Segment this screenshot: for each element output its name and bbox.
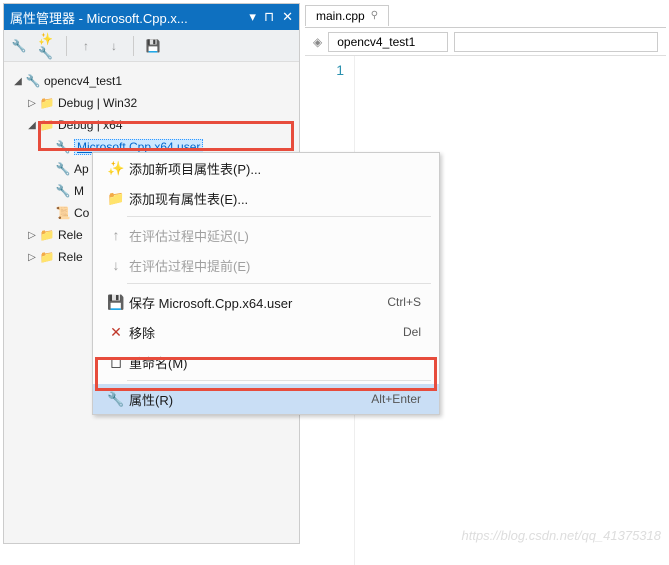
tree-debug-x64-row[interactable]: ◢ 📁 Debug | x64 [8, 114, 295, 136]
folder-icon: 📁 [38, 118, 56, 132]
collapse-arrow-icon[interactable]: ◢ [12, 76, 24, 87]
folder-icon: 📁 [103, 190, 129, 207]
menu-properties[interactable]: 🔧 属性(R) Alt+Enter [93, 384, 439, 414]
expand-arrow-icon[interactable]: ▷ [26, 230, 38, 241]
down-arrow-icon: ↓ [105, 37, 123, 55]
menu-shortcut: Ctrl+S [387, 295, 429, 309]
project-icon: 🔧 [24, 74, 42, 88]
menu-add-existing-sheet[interactable]: 📁 添加现有属性表(E)... [93, 183, 439, 213]
up-arrow-icon: ↑ [77, 37, 95, 55]
toolbar-separator [66, 36, 67, 56]
menu-label: 添加新项目属性表(P)... [129, 159, 429, 178]
scroll-icon: 📜 [54, 206, 72, 220]
collapse-arrow-icon[interactable]: ◢ [26, 120, 38, 131]
folder-icon: 📁 [38, 250, 56, 264]
menu-label: 添加现有属性表(E)... [129, 189, 429, 208]
tree-label: Co [74, 206, 89, 220]
close-icon[interactable]: ✕ [282, 9, 293, 25]
dropdown-icon[interactable]: ▾ [249, 9, 256, 25]
menu-advance: ↓ 在评估过程中提前(E) [93, 250, 439, 280]
folder-icon: 📁 [38, 228, 56, 242]
remove-icon: ✕ [103, 324, 129, 341]
menu-shortcut: Del [403, 325, 429, 339]
tree-label: Debug | Win32 [58, 96, 137, 110]
menu-rename[interactable]: ◻ 重命名(M) [93, 347, 439, 377]
menu-label: 保存 Microsoft.Cpp.x64.user [129, 293, 387, 312]
panel-header: 属性管理器 - Microsoft.Cpp.x... ▾ ⊓ ✕ [4, 4, 299, 30]
editor-nav-bar: ◈ opencv4_test1 [305, 28, 666, 56]
wrench-icon: 🔧 [54, 184, 72, 198]
wrench-icon: 🔧 [54, 162, 72, 176]
menu-add-new-sheet[interactable]: ✨ 添加新项目属性表(P)... [93, 153, 439, 183]
tree-root-row[interactable]: ◢ 🔧 opencv4_test1 [8, 70, 295, 92]
tree-label: Debug | x64 [58, 118, 123, 132]
tree-debug-win32-row[interactable]: ▷ 📁 Debug | Win32 [8, 92, 295, 114]
new-sheet-icon: ✨ [103, 160, 129, 177]
menu-separator [127, 216, 431, 217]
context-menu: ✨ 添加新项目属性表(P)... 📁 添加现有属性表(E)... ↑ 在评估过程… [92, 152, 440, 415]
expand-arrow-icon[interactable]: ▷ [26, 98, 38, 109]
module-icon: ◈ [313, 35, 322, 49]
down-arrow-icon: ↓ [103, 257, 129, 273]
member-dropdown[interactable] [454, 32, 658, 52]
save-disk-icon: 💾 [103, 294, 129, 311]
menu-label: 在评估过程中延迟(L) [129, 226, 429, 245]
expand-arrow-icon[interactable]: ▷ [26, 252, 38, 263]
wrench-icon[interactable]: 🔧 [10, 37, 28, 55]
scope-dropdown[interactable]: opencv4_test1 [328, 32, 448, 52]
pin-icon[interactable]: ⊓ [264, 9, 274, 25]
tree-label: M [74, 184, 84, 198]
folder-icon: 📁 [38, 96, 56, 110]
toolbar-separator-2 [133, 36, 134, 56]
tab-label: main.cpp [316, 9, 365, 23]
wrench-icon: 🔧 [54, 140, 72, 154]
menu-label: 移除 [129, 323, 403, 342]
wrench-icon: 🔧 [103, 391, 129, 408]
panel-title: 属性管理器 - Microsoft.Cpp.x... [10, 8, 249, 27]
menu-label: 属性(R) [129, 390, 371, 409]
menu-label: 在评估过程中提前(E) [129, 256, 429, 275]
tree-label: Ap [74, 162, 89, 176]
new-wrench-icon[interactable]: ✨🔧 [38, 37, 56, 55]
tree-label: Rele [58, 228, 83, 242]
menu-separator [127, 283, 431, 284]
rename-icon: ◻ [103, 354, 129, 371]
tab-strip: main.cpp ⚲ [305, 3, 666, 27]
menu-separator [127, 380, 431, 381]
line-number: 1 [305, 62, 344, 78]
tree-label: Rele [58, 250, 83, 264]
pin-icon[interactable]: ⚲ [371, 10, 378, 21]
tree-root-label: opencv4_test1 [44, 74, 122, 88]
watermark: https://blog.csdn.net/qq_41375318 [462, 528, 662, 543]
save-disk-icon[interactable]: 💾 [144, 37, 162, 55]
panel-toolbar: 🔧 ✨🔧 ↑ ↓ 💾 [4, 30, 299, 62]
menu-defer: ↑ 在评估过程中延迟(L) [93, 220, 439, 250]
menu-remove[interactable]: ✕ 移除 Del [93, 317, 439, 347]
tab-main-cpp[interactable]: main.cpp ⚲ [305, 5, 389, 26]
menu-shortcut: Alt+Enter [371, 392, 429, 406]
up-arrow-icon: ↑ [103, 227, 129, 243]
menu-label: 重命名(M) [129, 353, 429, 372]
menu-save[interactable]: 💾 保存 Microsoft.Cpp.x64.user Ctrl+S [93, 287, 439, 317]
